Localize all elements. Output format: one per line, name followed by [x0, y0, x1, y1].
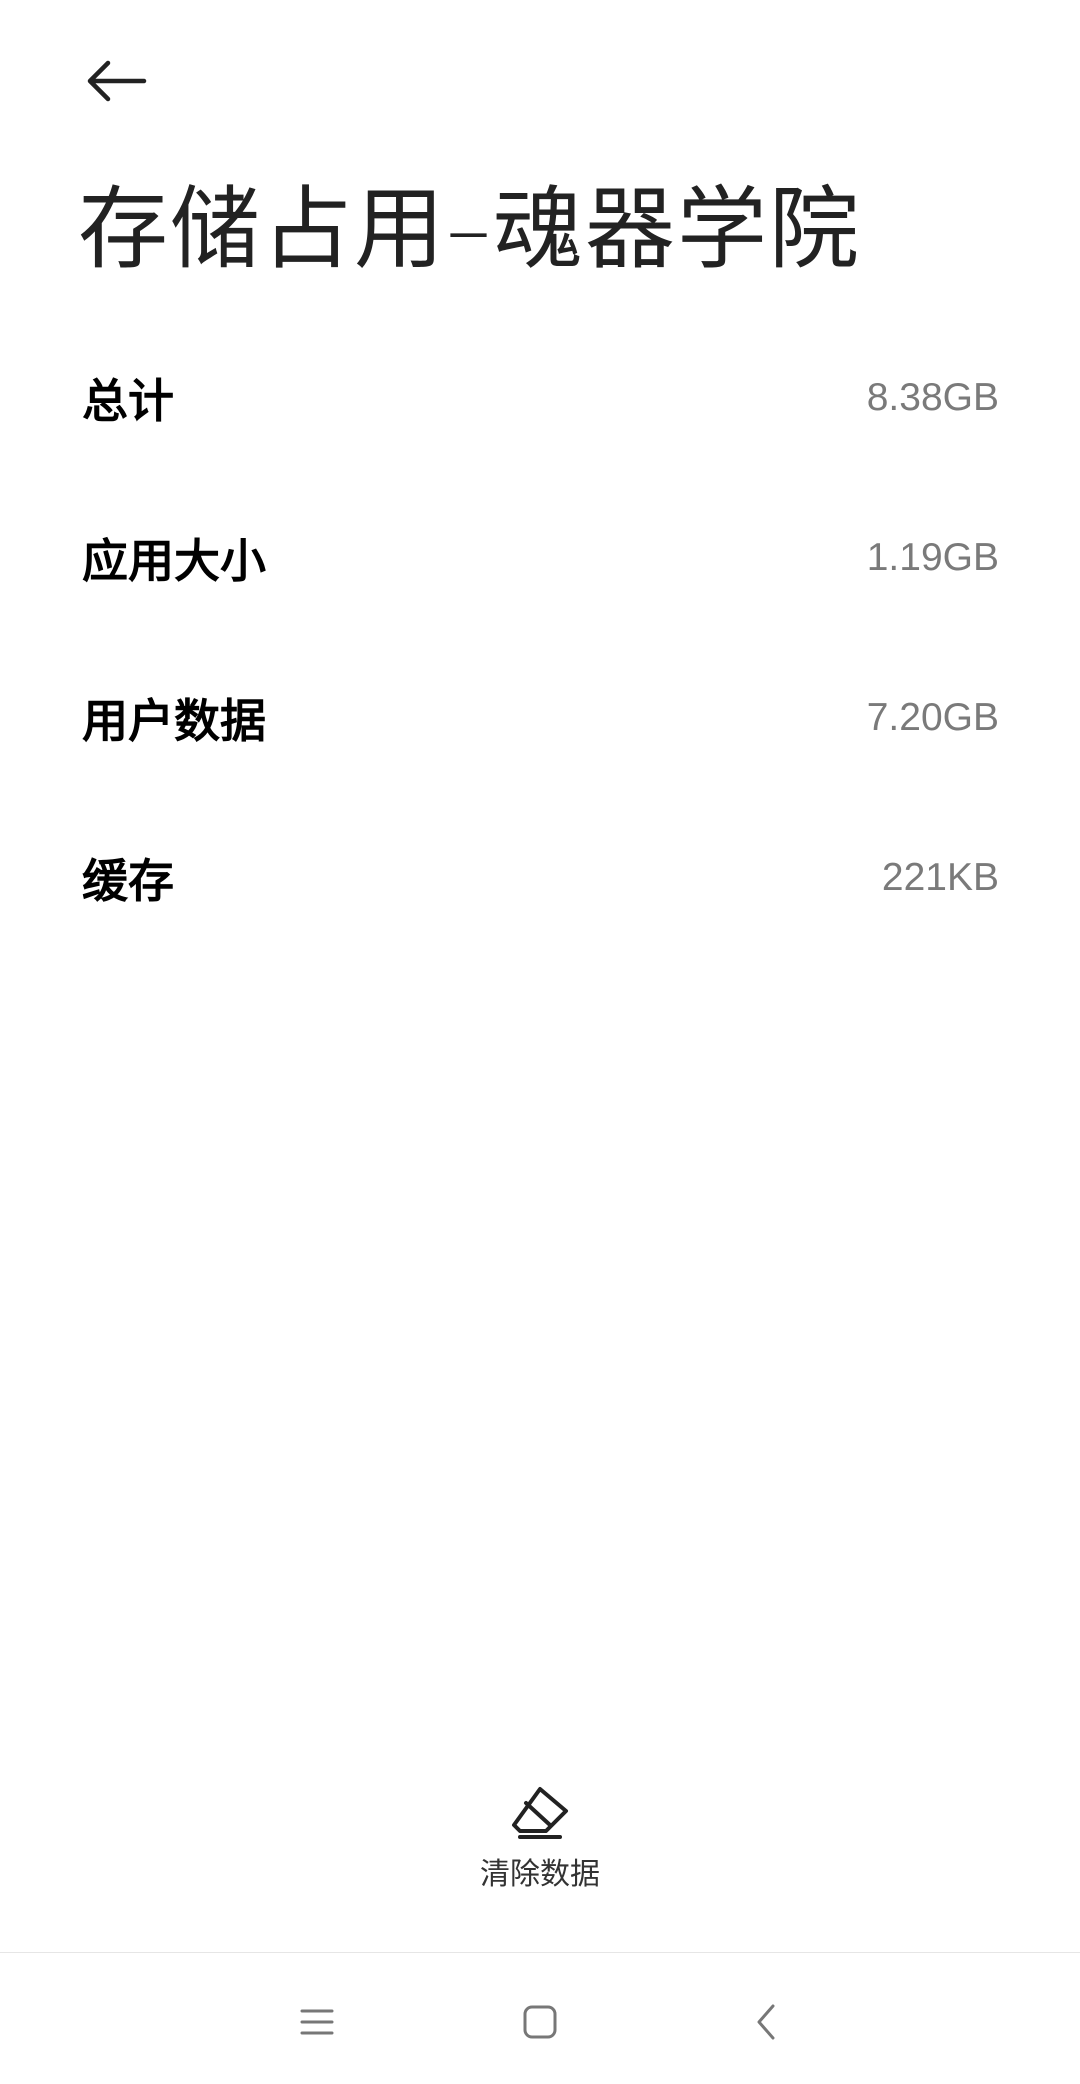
storage-row-app-size: 应用大小 1.19GB [0, 478, 1080, 638]
back-button[interactable] [76, 48, 156, 114]
storage-list: 总计 8.38GB 应用大小 1.19GB 用户数据 7.20GB 缓存 221… [0, 318, 1080, 958]
nav-back-button[interactable] [721, 1977, 811, 2067]
page-title: 存储占用–魂器学院 [78, 177, 861, 282]
chevron-left-icon [754, 2003, 778, 2041]
system-nav-bar [0, 1953, 1080, 2084]
storage-row-value: 1.19GB [866, 536, 999, 579]
arrow-left-icon [84, 59, 148, 103]
storage-row-value: 221KB [881, 856, 999, 899]
storage-row-label: 缓存 [82, 854, 174, 908]
clear-data-label: 清除数据 [480, 1857, 600, 1892]
storage-row-user-data: 用户数据 7.20GB [0, 638, 1080, 798]
clear-data-button[interactable]: 清除数据 [440, 1785, 640, 1905]
storage-row-label: 总计 [82, 374, 174, 428]
storage-row-value: 7.20GB [866, 696, 999, 739]
eraser-icon [510, 1785, 570, 1841]
nav-home-button[interactable] [495, 1977, 585, 2067]
storage-row-value: 8.38GB [866, 376, 999, 419]
nav-recents-button[interactable] [272, 1977, 362, 2067]
storage-row-label: 应用大小 [82, 534, 266, 588]
square-icon [522, 2004, 558, 2040]
storage-row-total: 总计 8.38GB [0, 318, 1080, 478]
storage-row-cache: 缓存 221KB [0, 798, 1080, 958]
storage-row-label: 用户数据 [82, 694, 266, 748]
menu-icon [299, 2007, 335, 2037]
